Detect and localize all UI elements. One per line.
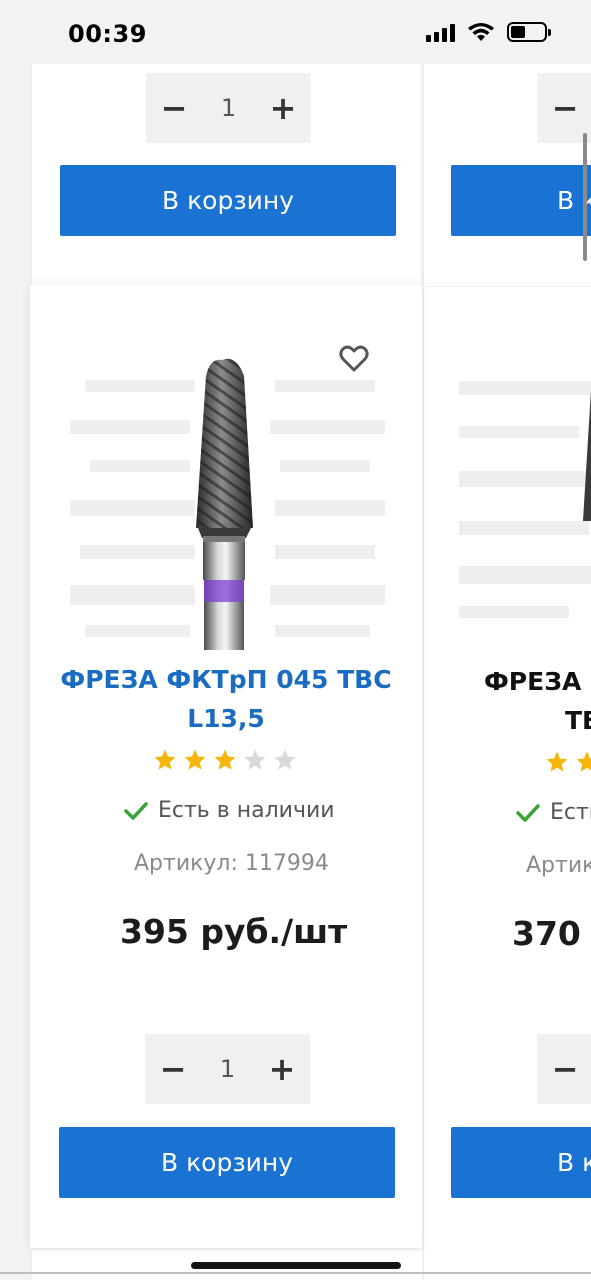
increase-button[interactable]: +: [255, 73, 311, 143]
add-to-cart-button[interactable]: В к: [451, 165, 591, 236]
check-icon: [516, 803, 540, 822]
star-filled-icon: [184, 749, 206, 770]
decrease-button[interactable]: −: [537, 1034, 591, 1104]
product-sku: Артикул: 117994: [134, 851, 329, 876]
product-card: ФРЕЗА ФКТрП 045 ТВС L13,5 Есть в наличии…: [30, 285, 422, 1248]
dental-burr-image: [70, 340, 385, 650]
product-card-right: ФРЕЗА Ф ТВ Есть Артик 370 р − В к: [423, 287, 591, 1250]
decrease-button[interactable]: −: [145, 1034, 201, 1104]
product-title-line2[interactable]: L13,5: [40, 699, 412, 738]
status-bar: 00:39: [0, 0, 591, 64]
add-to-cart-button[interactable]: В корзину: [59, 1127, 395, 1198]
stock-status: Есть: [516, 800, 591, 825]
stock-text: Есть: [550, 800, 591, 825]
dental-burr-image: [459, 381, 591, 618]
battery-icon: [507, 22, 551, 42]
product-title[interactable]: ФРЕЗА ФКТрП 045 ТВС L13,5: [40, 660, 412, 738]
quantity-stepper: − 1 +: [145, 1034, 310, 1104]
rating-stars: [153, 748, 297, 772]
product-price: 395 руб./шт: [120, 912, 348, 951]
status-icons: [426, 22, 551, 42]
star-filled-icon: [576, 751, 591, 772]
product-title[interactable]: ФРЕЗА Ф ТВ: [484, 662, 591, 740]
home-indicator[interactable]: [191, 1262, 401, 1269]
rating-stars: [545, 750, 591, 774]
star-empty-icon: [244, 749, 266, 770]
quantity-stepper: −: [537, 1034, 591, 1104]
star-empty-icon: [274, 749, 296, 770]
decrease-button[interactable]: −: [146, 73, 202, 143]
stock-text: Есть в наличии: [158, 798, 335, 823]
star-filled-icon: [214, 749, 236, 770]
status-time: 00:39: [68, 20, 147, 48]
divider: [0, 1272, 591, 1274]
star-filled-icon: [154, 749, 176, 770]
product-card-next-right: [423, 1250, 591, 1280]
increase-button[interactable]: +: [254, 1034, 310, 1104]
quantity-stepper: − 1 +: [146, 73, 311, 143]
add-to-cart-button[interactable]: В к: [451, 1127, 591, 1198]
product-title-line1[interactable]: ФРЕЗА ФКТрП 045 ТВС: [40, 660, 412, 699]
signal-icon: [426, 22, 455, 42]
product-sku: Артик: [526, 853, 591, 878]
heart-icon[interactable]: [338, 343, 370, 375]
scrollbar[interactable]: [583, 133, 587, 261]
product-image[interactable]: [70, 340, 385, 650]
quantity-value[interactable]: 1: [221, 94, 236, 122]
product-image[interactable]: [459, 371, 591, 631]
wifi-icon: [468, 23, 494, 41]
product-title-line1[interactable]: ФРЕЗА Ф: [484, 662, 591, 701]
product-card-previous-left: − 1 + В корзину: [31, 64, 422, 286]
stock-status: Есть в наличии: [124, 798, 335, 823]
star-filled-icon: [546, 751, 568, 772]
add-to-cart-button[interactable]: В корзину: [60, 165, 396, 236]
catalog-page: 00:39 − 1 + В корзину − В к: [0, 0, 591, 1280]
check-icon: [124, 801, 148, 820]
quantity-value[interactable]: 1: [220, 1055, 235, 1083]
product-card-previous-right: − В к: [423, 64, 591, 286]
product-title-line2[interactable]: ТВ: [484, 701, 591, 740]
product-price: 370 р: [512, 914, 591, 953]
